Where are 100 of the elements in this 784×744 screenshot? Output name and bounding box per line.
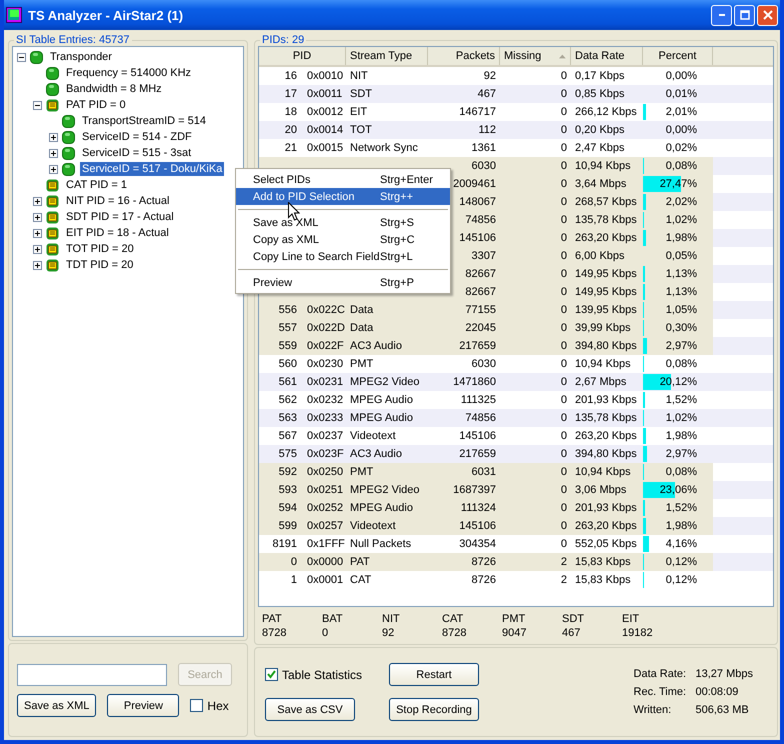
table-cell-text: 263,20 Kbps bbox=[574, 429, 638, 444]
action-button[interactable]: Save as XML bbox=[17, 694, 96, 717]
table-cell: 0,12% bbox=[666, 556, 697, 568]
table-cell: 0,12% bbox=[666, 574, 697, 586]
table-cell-text: 0 bbox=[560, 339, 568, 354]
table-cell: 1,13% bbox=[666, 268, 697, 280]
table-cell-text: 0,20 Kbps bbox=[574, 123, 626, 138]
table-cell-text: PMT bbox=[349, 465, 374, 480]
column-header[interactable]: Stream Type bbox=[346, 47, 428, 65]
tree-item[interactable]: TransportStreamID = 514 bbox=[80, 114, 208, 128]
table-cell-text: 0 bbox=[560, 393, 568, 408]
expander-icon[interactable] bbox=[33, 212, 42, 222]
checkbox[interactable] bbox=[265, 668, 278, 681]
tree-item[interactable]: Frequency = 514000 KHz bbox=[64, 66, 194, 80]
action-button[interactable]: Save as CSV bbox=[265, 698, 355, 721]
table-cell-text: 0 bbox=[560, 519, 568, 534]
table-cell-text: 18 bbox=[284, 105, 298, 120]
table-icon bbox=[46, 258, 59, 272]
close-button[interactable] bbox=[757, 4, 778, 26]
column-header[interactable]: Missing bbox=[500, 47, 571, 65]
tree-item[interactable]: ServiceID = 514 - ZDF bbox=[80, 130, 194, 144]
tree-item[interactable]: ServiceID = 515 - 3sat bbox=[80, 146, 194, 160]
tree-item[interactable]: PAT PID = 0 bbox=[64, 98, 128, 112]
table-cell-text: 0x0233 bbox=[306, 411, 344, 426]
table-cell-text: 394,80 Kbps bbox=[574, 339, 638, 354]
table-row[interactable]: 592 0x0250 PMT 6031 0 10,94 Kbps 0,08% bbox=[259, 463, 773, 481]
expander-icon[interactable] bbox=[33, 228, 42, 238]
count-label: EIT bbox=[622, 613, 640, 625]
expander-icon[interactable] bbox=[49, 148, 58, 158]
table-cell-text: 20 bbox=[284, 123, 298, 138]
close-icon bbox=[762, 10, 772, 20]
tree-item[interactable]: TDT PID = 20 bbox=[64, 258, 136, 272]
table-cell-text: 0,85 Kbps bbox=[574, 87, 626, 102]
table-cell-text: 1471860 bbox=[452, 375, 497, 390]
tree-item[interactable]: Transponder bbox=[48, 50, 114, 64]
count-value: 19182 bbox=[622, 627, 654, 639]
table-row[interactable]: 0 0x0000 PAT 8726 2 15,83 Kbps 0,12% bbox=[259, 553, 773, 571]
table-cell-text: 0x0011 bbox=[306, 87, 344, 102]
table-cell-text: 594 bbox=[278, 501, 298, 516]
table-cell-text: 0x0231 bbox=[306, 375, 344, 390]
table-cell: 0,05% bbox=[666, 250, 697, 262]
count-value: 467 bbox=[562, 627, 582, 639]
maximize-button[interactable] bbox=[734, 4, 755, 26]
table-row[interactable]: 599 0x0257 Videotext 145106 0 263,20 Kbps 1,98% bbox=[259, 517, 773, 535]
count-value: 8728 bbox=[442, 627, 468, 639]
expander-icon[interactable] bbox=[33, 260, 42, 270]
expander-icon[interactable] bbox=[33, 244, 42, 254]
table-cell-text: 3307 bbox=[470, 249, 497, 264]
table-cell-text: 135,78 Kbps bbox=[574, 411, 638, 426]
table-cell-text: 2 bbox=[560, 573, 568, 588]
checkbox[interactable] bbox=[190, 699, 204, 712]
tree-item[interactable]: Bandwidth = 8 MHz bbox=[64, 82, 164, 96]
table-icon bbox=[46, 242, 59, 256]
tree-item[interactable]: ServiceID = 517 - Doku/KiKa bbox=[80, 162, 224, 176]
expander-icon[interactable] bbox=[17, 52, 26, 62]
column-header[interactable]: Packets bbox=[428, 47, 500, 65]
tree-item[interactable]: NIT PID = 16 - Actual bbox=[64, 194, 172, 208]
expander-icon[interactable] bbox=[33, 100, 42, 110]
table-cell-text: 266,12 Kbps bbox=[574, 105, 638, 120]
table-cell-text: 2,47 Kbps bbox=[574, 141, 626, 156]
table-cell: 0,00% bbox=[666, 70, 697, 82]
expander-icon[interactable] bbox=[49, 132, 58, 142]
table-row[interactable]: 556 0x022C Data 77155 0 139,95 Kbps 1,05% bbox=[259, 301, 773, 319]
table-cell-text: AC3 Audio bbox=[349, 447, 403, 462]
menu-item[interactable]: Add to PID Selection Strg++ bbox=[236, 188, 450, 205]
count-value: 0 bbox=[322, 627, 330, 639]
table-row[interactable]: 557 0x022D Data 22045 0 39,99 Kbps 0,30% bbox=[259, 319, 773, 337]
expander-icon[interactable] bbox=[33, 196, 42, 206]
action-button[interactable]: Preview bbox=[107, 694, 180, 717]
table-cell-text: 0 bbox=[560, 231, 568, 246]
action-button[interactable]: Stop Recording bbox=[389, 698, 479, 721]
tree-item[interactable]: CAT PID = 1 bbox=[64, 178, 130, 192]
window-title: TS Analyzer - AirStar2 (1) bbox=[28, 8, 184, 22]
table-cell-text: 217659 bbox=[458, 447, 497, 462]
table-cell-text: 0 bbox=[560, 321, 568, 336]
table-cell-text: 0x0014 bbox=[306, 123, 344, 138]
table-cell-text: 593 bbox=[278, 483, 298, 498]
table-cell-text: 0x0230 bbox=[306, 357, 344, 372]
search-field[interactable] bbox=[17, 664, 167, 686]
table-cell: 0,02% bbox=[666, 142, 697, 154]
column-header[interactable]: PID bbox=[259, 47, 346, 65]
minimize-button[interactable] bbox=[711, 4, 732, 26]
table-cell-text: 0 bbox=[560, 537, 568, 552]
table-row[interactable]: 559 0x022F AC3 Audio 217659 0 394,80 Kbps 2,97% bbox=[259, 337, 773, 355]
table-cell-text: 0x0010 bbox=[306, 69, 344, 84]
table-cell-text: 0 bbox=[560, 123, 568, 138]
table-cell: 2,97% bbox=[666, 340, 697, 352]
column-header[interactable]: Data Rate bbox=[571, 47, 643, 65]
table-cell-text: PMT bbox=[349, 357, 374, 372]
tree-item[interactable]: SDT PID = 17 - Actual bbox=[64, 210, 176, 224]
tree-item[interactable]: TOT PID = 20 bbox=[64, 242, 136, 256]
table-cell-text: 2 bbox=[560, 555, 568, 570]
tree-item[interactable]: EIT PID = 18 - Actual bbox=[64, 226, 171, 240]
expander-icon[interactable] bbox=[49, 164, 58, 174]
column-header[interactable]: Percent bbox=[643, 47, 713, 65]
table-cell: 1,52% bbox=[666, 502, 697, 514]
table-cell-text: 92 bbox=[482, 69, 497, 84]
table-cell-text: 556 bbox=[278, 303, 298, 318]
table-row[interactable]: 594 0x0252 MPEG Audio 111324 0 201,93 Kbps 1,52% bbox=[259, 499, 773, 517]
action-button[interactable]: Restart bbox=[389, 663, 479, 686]
